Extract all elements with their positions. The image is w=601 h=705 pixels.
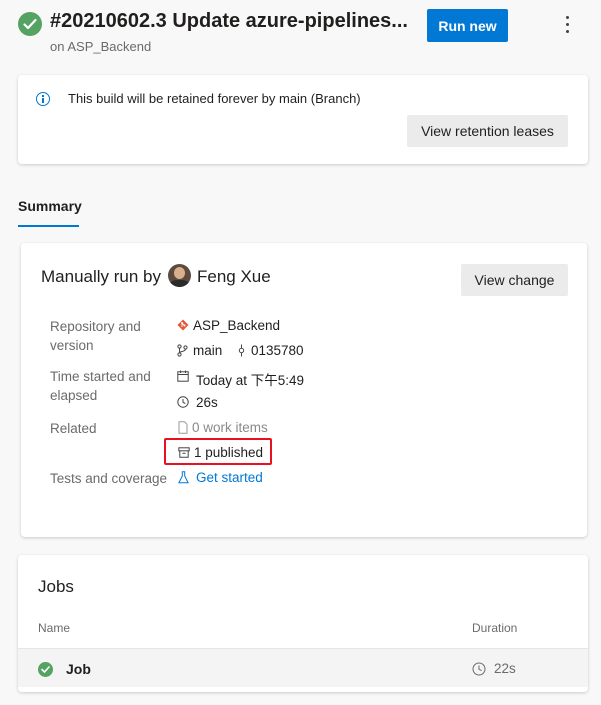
retention-banner: This build will be retained forever by m… <box>18 75 588 164</box>
retention-message: This build will be retained forever by m… <box>68 91 361 106</box>
repository-label-line2: version <box>50 338 94 353</box>
run-new-button[interactable]: Run new <box>427 9 508 42</box>
job-name[interactable]: Job <box>66 661 91 677</box>
repository-label: Repository and version <box>50 317 141 355</box>
build-title: #20210602.3 Update azure-pipelines... <box>50 10 408 32</box>
clock-icon <box>472 662 486 676</box>
check-circle-icon <box>38 662 53 677</box>
elapsed-time: 26s <box>196 395 218 410</box>
branch-icon <box>177 344 188 357</box>
calendar-icon <box>177 370 189 382</box>
column-header-name: Name <box>38 621 71 635</box>
job-duration: 22s <box>494 661 516 676</box>
git-repo-icon <box>177 319 189 331</box>
build-header: #20210602.3 Update azure-pipelines... on… <box>0 0 601 64</box>
commit-icon <box>238 344 245 357</box>
repository-name[interactable]: ASP_Backend <box>193 318 280 333</box>
summary-card: Manually run by Feng Xue View change Rep… <box>21 243 587 537</box>
time-label-line2: elapsed <box>50 388 98 403</box>
jobs-card: Jobs Name Duration Job 22s <box>18 555 588 692</box>
check-circle-icon <box>18 12 42 36</box>
column-header-duration: Duration <box>472 621 518 635</box>
time-label-line1: Time started and <box>50 369 151 384</box>
manual-run-label: Manually run by <box>41 267 162 286</box>
published-artifacts-link[interactable]: 1 published <box>194 445 263 460</box>
commit-id[interactable]: 0135780 <box>251 343 304 358</box>
clock-icon <box>177 396 189 408</box>
jobs-title: Jobs <box>38 577 74 596</box>
pipeline-name: on ASP_Backend <box>50 39 152 54</box>
repository-label-line1: Repository and <box>50 319 141 334</box>
tests-label: Tests and coverage <box>50 471 168 486</box>
get-started-link[interactable]: Get started <box>196 470 263 485</box>
tab-active-indicator <box>18 225 79 227</box>
tab-summary[interactable]: Summary <box>18 198 82 214</box>
more-vertical-icon[interactable] <box>558 12 578 38</box>
work-items-icon <box>178 421 188 434</box>
view-retention-leases-button[interactable]: View retention leases <box>407 115 568 147</box>
avatar[interactable] <box>168 264 191 287</box>
start-time: Today at 下午5:49 <box>196 373 305 388</box>
time-label: Time started and elapsed <box>50 367 151 405</box>
info-icon <box>36 92 50 106</box>
view-change-button[interactable]: View change <box>461 264 568 296</box>
work-items-link[interactable]: 0 work items <box>192 420 268 435</box>
table-row[interactable]: Job 22s <box>18 649 588 687</box>
artifact-icon <box>178 447 190 458</box>
user-name[interactable]: Feng Xue <box>197 267 271 287</box>
branch-name[interactable]: main <box>193 343 222 358</box>
flask-icon <box>178 471 189 484</box>
related-label: Related <box>50 421 97 436</box>
